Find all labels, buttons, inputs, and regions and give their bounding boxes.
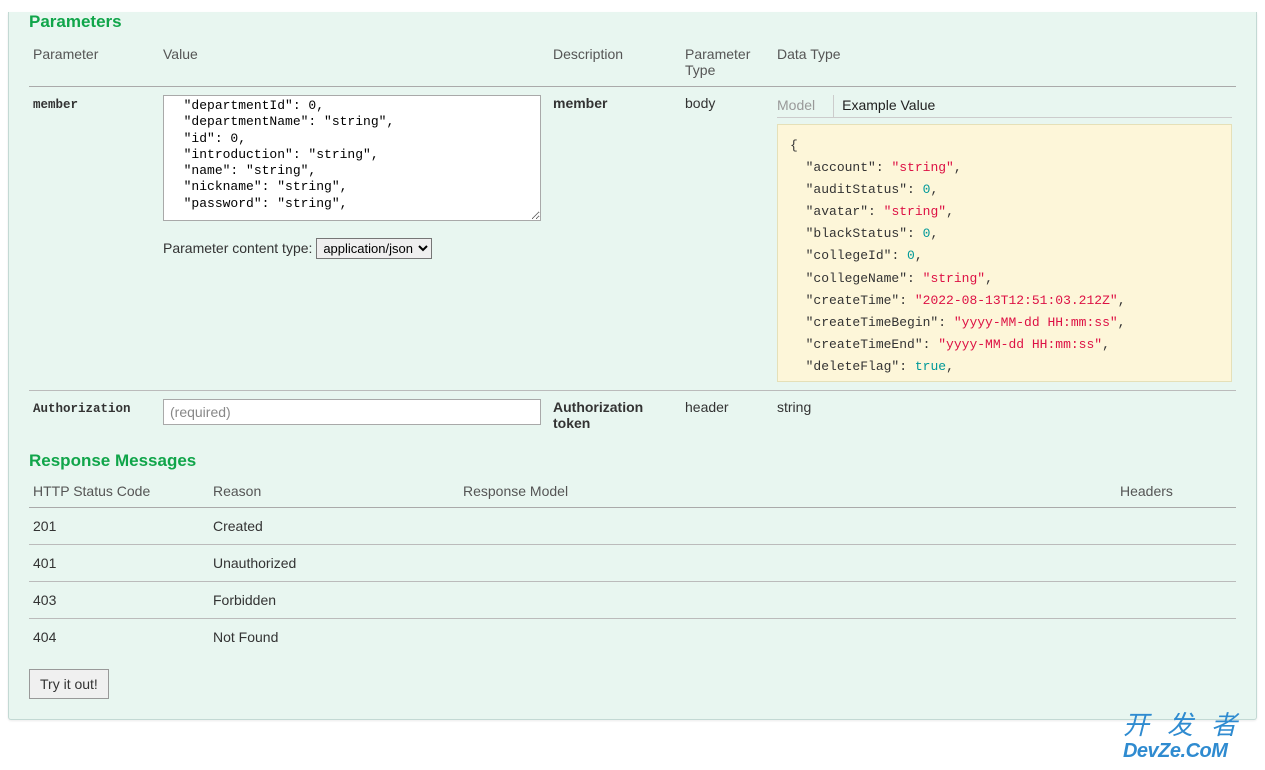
response-reason: Not Found xyxy=(209,619,459,656)
param-type-authorization: header xyxy=(685,399,729,415)
response-headers xyxy=(1116,545,1236,582)
th-param-type: Parameter Type xyxy=(681,40,773,87)
tab-separator xyxy=(833,95,834,117)
content-type-select[interactable]: application/json xyxy=(316,238,432,259)
response-code: 404 xyxy=(29,619,209,656)
tab-model[interactable]: Model xyxy=(777,95,825,117)
content-type-label: Parameter content type: xyxy=(163,240,312,256)
th-description: Description xyxy=(549,40,681,87)
param-name-authorization: Authorization xyxy=(33,402,131,416)
response-model xyxy=(459,619,1116,656)
response-row: 403Forbidden xyxy=(29,582,1236,619)
response-code: 403 xyxy=(29,582,209,619)
parameters-table: Parameter Value Description Parameter Ty… xyxy=(29,40,1236,439)
response-code: 201 xyxy=(29,508,209,545)
datatype-tabs: Model Example Value xyxy=(777,95,1232,118)
watermark-line2: DevZe.CoM xyxy=(1123,741,1255,762)
response-reason: Forbidden xyxy=(209,582,459,619)
tab-example-value[interactable]: Example Value xyxy=(842,95,945,117)
param-type-member: body xyxy=(685,95,715,111)
response-headers xyxy=(1116,582,1236,619)
response-reason: Created xyxy=(209,508,459,545)
response-model xyxy=(459,582,1116,619)
response-model xyxy=(459,545,1116,582)
th-value: Value xyxy=(159,40,549,87)
response-row: 401Unauthorized xyxy=(29,545,1236,582)
th-reason: Reason xyxy=(209,479,459,508)
operation-panel: Parameters Parameter Value Description P… xyxy=(8,12,1257,720)
param-name-member: member xyxy=(33,98,78,112)
th-parameter: Parameter xyxy=(29,40,159,87)
member-body-textarea[interactable] xyxy=(163,95,541,221)
response-messages-heading: Response Messages xyxy=(29,451,1236,471)
parameters-heading: Parameters xyxy=(29,12,1236,32)
authorization-input[interactable] xyxy=(163,399,541,425)
th-headers: Headers xyxy=(1116,479,1236,508)
response-row: 201Created xyxy=(29,508,1236,545)
param-dtype-authorization: string xyxy=(777,399,811,415)
th-status-code: HTTP Status Code xyxy=(29,479,209,508)
th-response-model: Response Model xyxy=(459,479,1116,508)
response-code: 401 xyxy=(29,545,209,582)
param-row-member: member Parameter content type: applicati… xyxy=(29,87,1236,391)
response-headers xyxy=(1116,619,1236,656)
response-headers xyxy=(1116,508,1236,545)
response-row: 404Not Found xyxy=(29,619,1236,656)
th-data-type: Data Type xyxy=(773,40,1236,87)
example-value-box[interactable]: { "account": "string", "auditStatus": 0,… xyxy=(777,124,1232,382)
responses-table: HTTP Status Code Reason Response Model H… xyxy=(29,479,1236,655)
param-desc-authorization: Authorization token xyxy=(553,399,643,431)
response-model xyxy=(459,508,1116,545)
param-desc-member: member xyxy=(553,95,607,111)
response-reason: Unauthorized xyxy=(209,545,459,582)
try-it-out-button[interactable]: Try it out! xyxy=(29,669,109,699)
param-row-authorization: Authorization Authorization token header… xyxy=(29,391,1236,440)
